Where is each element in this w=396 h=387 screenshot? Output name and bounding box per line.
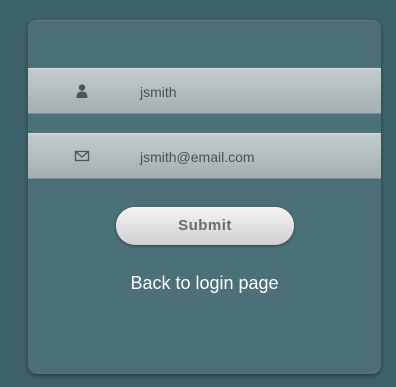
back-to-login-link[interactable]: Back to login page	[28, 273, 381, 294]
submit-button[interactable]: Submit	[116, 207, 294, 245]
email-value: jsmith@email.com	[140, 149, 255, 165]
username-field[interactable]: jsmith	[28, 68, 381, 114]
email-field[interactable]: jsmith@email.com	[28, 133, 381, 179]
page-background: jsmith jsmith@email.com Submit Back to l…	[0, 0, 396, 387]
username-value: jsmith	[140, 84, 177, 100]
user-icon	[74, 83, 90, 99]
envelope-icon	[74, 148, 90, 164]
